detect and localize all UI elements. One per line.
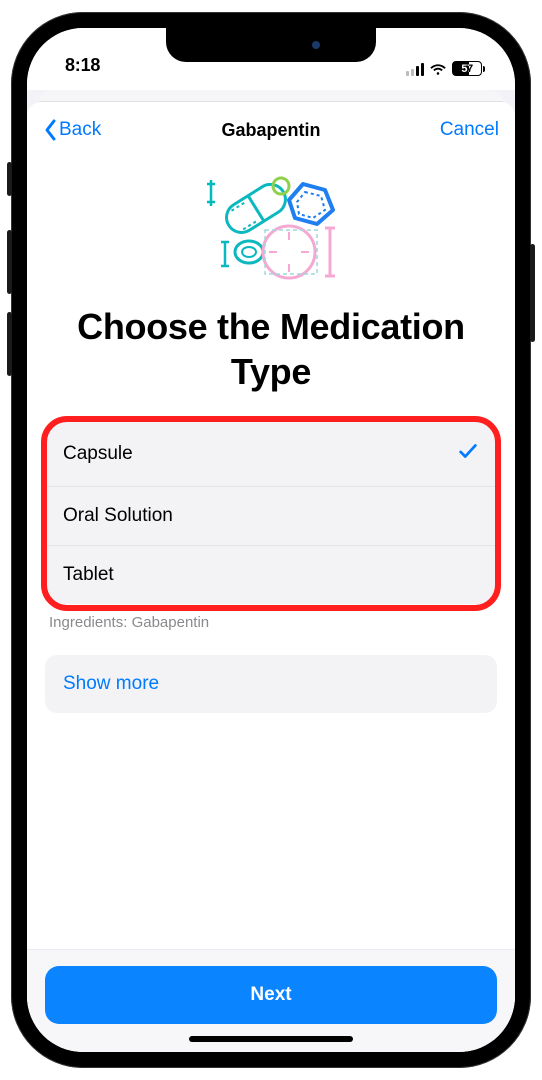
back-label: Back [59,119,101,141]
medication-illustration [45,170,497,282]
option-label: Oral Solution [63,505,173,527]
status-right: 57 [406,61,485,76]
notch [166,28,376,62]
checkmark-icon [457,440,479,468]
screen: 8:18 57 [27,28,515,1052]
status-time: 8:18 [65,55,100,76]
option-oral-solution[interactable]: Oral Solution [45,486,497,545]
sheet-backdrop [27,80,515,90]
option-label: Capsule [63,443,133,465]
camera-dot [312,41,320,49]
ingredients-value: Gabapentin [132,614,210,631]
ingredients-label: Ingredients: [49,614,127,631]
chevron-back-icon [43,119,57,141]
cancel-button[interactable]: Cancel [409,119,499,141]
silent-switch [7,162,12,196]
show-more-label: Show more [63,673,159,694]
medication-type-list: Capsule Oral Solution Tablet [45,422,497,604]
next-button[interactable]: Next [45,966,497,1024]
option-label: Tablet [63,564,114,586]
phone-frame: 8:18 57 [11,12,531,1068]
content-area: Choose the Medication Type Capsule Oral … [27,158,515,949]
wifi-icon [428,62,448,76]
battery-percent: 57 [461,63,472,75]
next-label: Next [250,984,291,1006]
nav-bar: Back Gabapentin Cancel [27,102,515,158]
show-more-button[interactable]: Show more [45,655,497,713]
power-button [530,244,535,342]
nav-title: Gabapentin [221,120,320,141]
modal-sheet: Back Gabapentin Cancel [27,102,515,1052]
volume-down-button [7,312,12,376]
home-indicator[interactable] [189,1036,353,1042]
background-sheet-hint [39,90,503,102]
option-tablet[interactable]: Tablet [45,545,497,604]
volume-up-button [7,230,12,294]
ingredients-line: Ingredients: Gabapentin [45,614,497,631]
back-button[interactable]: Back [43,119,133,141]
battery-indicator: 57 [452,61,485,76]
option-capsule[interactable]: Capsule [45,422,497,486]
cancel-label: Cancel [440,119,499,141]
options-list-wrap: Capsule Oral Solution Tablet [45,422,497,604]
page-heading: Choose the Medication Type [55,304,487,394]
cell-signal-icon [406,62,424,76]
